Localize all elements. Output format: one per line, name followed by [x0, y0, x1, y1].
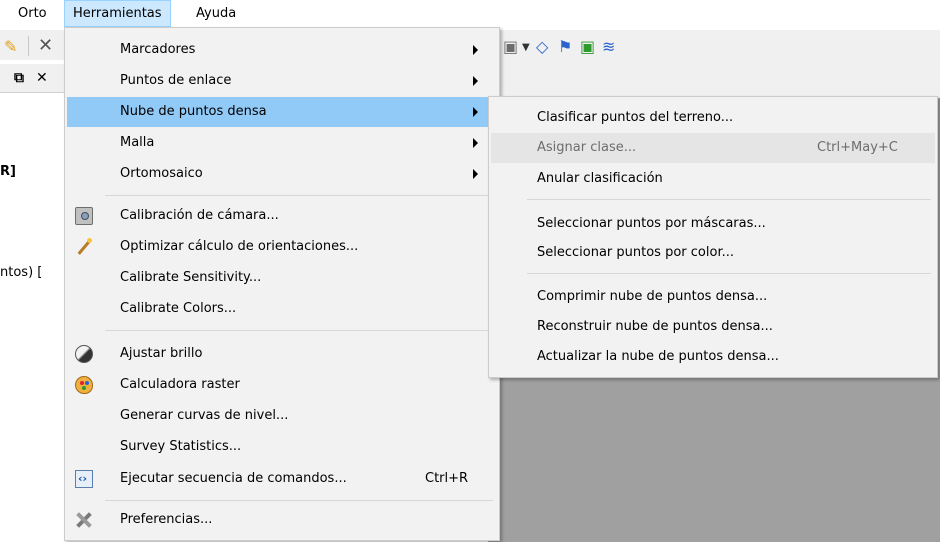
tools-menu: Marcadores Puntos de enlace Nube de punt…: [64, 27, 500, 541]
menu-item-ejecutar-secuencia[interactable]: Ejecutar secuencia de comandos... Ctrl+R: [67, 464, 497, 494]
brightness-icon: [75, 345, 93, 363]
script-icon: [75, 470, 93, 488]
menu-separator: [527, 199, 931, 200]
camera-icon: [75, 207, 93, 225]
flag-icon[interactable]: ⚑: [558, 37, 572, 56]
menu-item-curvas-de-nivel[interactable]: Generar curvas de nivel...: [67, 401, 497, 431]
camera-toolbar-icon[interactable]: ▣: [503, 37, 518, 56]
menu-item-ortomosaico[interactable]: Ortomosaico: [67, 159, 497, 189]
submenu-item-asignar-clase[interactable]: Asignar clase... Ctrl+May+C: [491, 133, 935, 163]
menu-item-malla[interactable]: Malla: [67, 128, 497, 158]
layers-icon[interactable]: ≋: [602, 37, 615, 56]
menu-item-preferencias[interactable]: Preferencias...: [67, 505, 497, 535]
image-icon[interactable]: ▣: [580, 37, 595, 56]
menu-item-ajustar-brillo[interactable]: Ajustar brillo: [67, 339, 497, 369]
shape-select-icon[interactable]: ◇: [536, 37, 548, 56]
submenu-item-reconstruir[interactable]: Reconstruir nube de puntos densa...: [491, 312, 935, 342]
dropdown-arrow-icon[interactable]: ▼: [522, 42, 530, 53]
dense-cloud-submenu: Clasificar puntos del terreno... Asignar…: [488, 96, 938, 378]
menu-item-calculadora-raster[interactable]: Calculadora raster: [67, 370, 497, 400]
menu-ayuda[interactable]: Ayuda: [188, 0, 244, 27]
submenu-item-seleccionar-mascaras[interactable]: Seleccionar puntos por máscaras...: [491, 209, 935, 239]
menu-item-calibrate-colors[interactable]: Calibrate Colors...: [67, 294, 497, 324]
menu-item-puntos-de-enlace[interactable]: Puntos de enlace: [67, 66, 497, 96]
menu-orto[interactable]: Orto: [10, 0, 55, 27]
menu-item-optimizar-orientaciones[interactable]: Optimizar cálculo de orientaciones...: [67, 232, 497, 262]
palette-icon: [75, 376, 93, 394]
workspace-item-fragment-2: ntos) [: [0, 265, 43, 280]
panel-close-icon[interactable]: ✕: [36, 70, 48, 86]
panel-header: [0, 64, 70, 93]
menu-herramientas[interactable]: Herramientas: [64, 0, 171, 27]
tools-icon: [75, 511, 93, 529]
pencil-icon[interactable]: ✎: [4, 37, 17, 56]
menu-item-nube-de-puntos-densa[interactable]: Nube de puntos densa: [67, 97, 497, 127]
menu-separator: [527, 273, 931, 274]
submenu-arrow-icon: [473, 45, 478, 55]
submenu-arrow-icon: [473, 107, 478, 117]
submenu-item-seleccionar-color[interactable]: Seleccionar puntos por color...: [491, 238, 935, 268]
submenu-item-comprimir[interactable]: Comprimir nube de puntos densa...: [491, 282, 935, 312]
toolbar-divider: [28, 36, 29, 56]
submenu-arrow-icon: [473, 138, 478, 148]
submenu-arrow-icon: [473, 76, 478, 86]
close-icon[interactable]: ✕: [38, 35, 53, 56]
submenu-item-anular-clasificacion[interactable]: Anular clasificación: [491, 164, 935, 194]
workspace-item-fragment: R]: [0, 164, 16, 179]
restore-icon[interactable]: ⧉: [14, 70, 24, 86]
shortcut-label: Ctrl+R: [425, 471, 469, 486]
menu-bar: Orto Herramientas Ayuda: [0, 0, 940, 27]
menu-separator: [105, 500, 493, 501]
menu-item-marcadores[interactable]: Marcadores: [67, 35, 497, 65]
menu-item-calibracion-camara[interactable]: Calibración de cámara...: [67, 201, 497, 231]
menu-item-calibrate-sensitivity[interactable]: Calibrate Sensitivity...: [67, 263, 497, 293]
menu-item-survey-statistics[interactable]: Survey Statistics...: [67, 432, 497, 462]
submenu-arrow-icon: [473, 169, 478, 179]
menu-separator: [105, 195, 493, 196]
wand-icon: [75, 238, 93, 256]
submenu-item-actualizar[interactable]: Actualizar la nube de puntos densa...: [491, 342, 935, 372]
menu-separator: [105, 330, 493, 331]
shortcut-label: Ctrl+May+C: [817, 140, 898, 155]
submenu-item-clasificar-terreno[interactable]: Clasificar puntos del terreno...: [491, 103, 935, 133]
workspace-tab-strip: [488, 60, 940, 98]
